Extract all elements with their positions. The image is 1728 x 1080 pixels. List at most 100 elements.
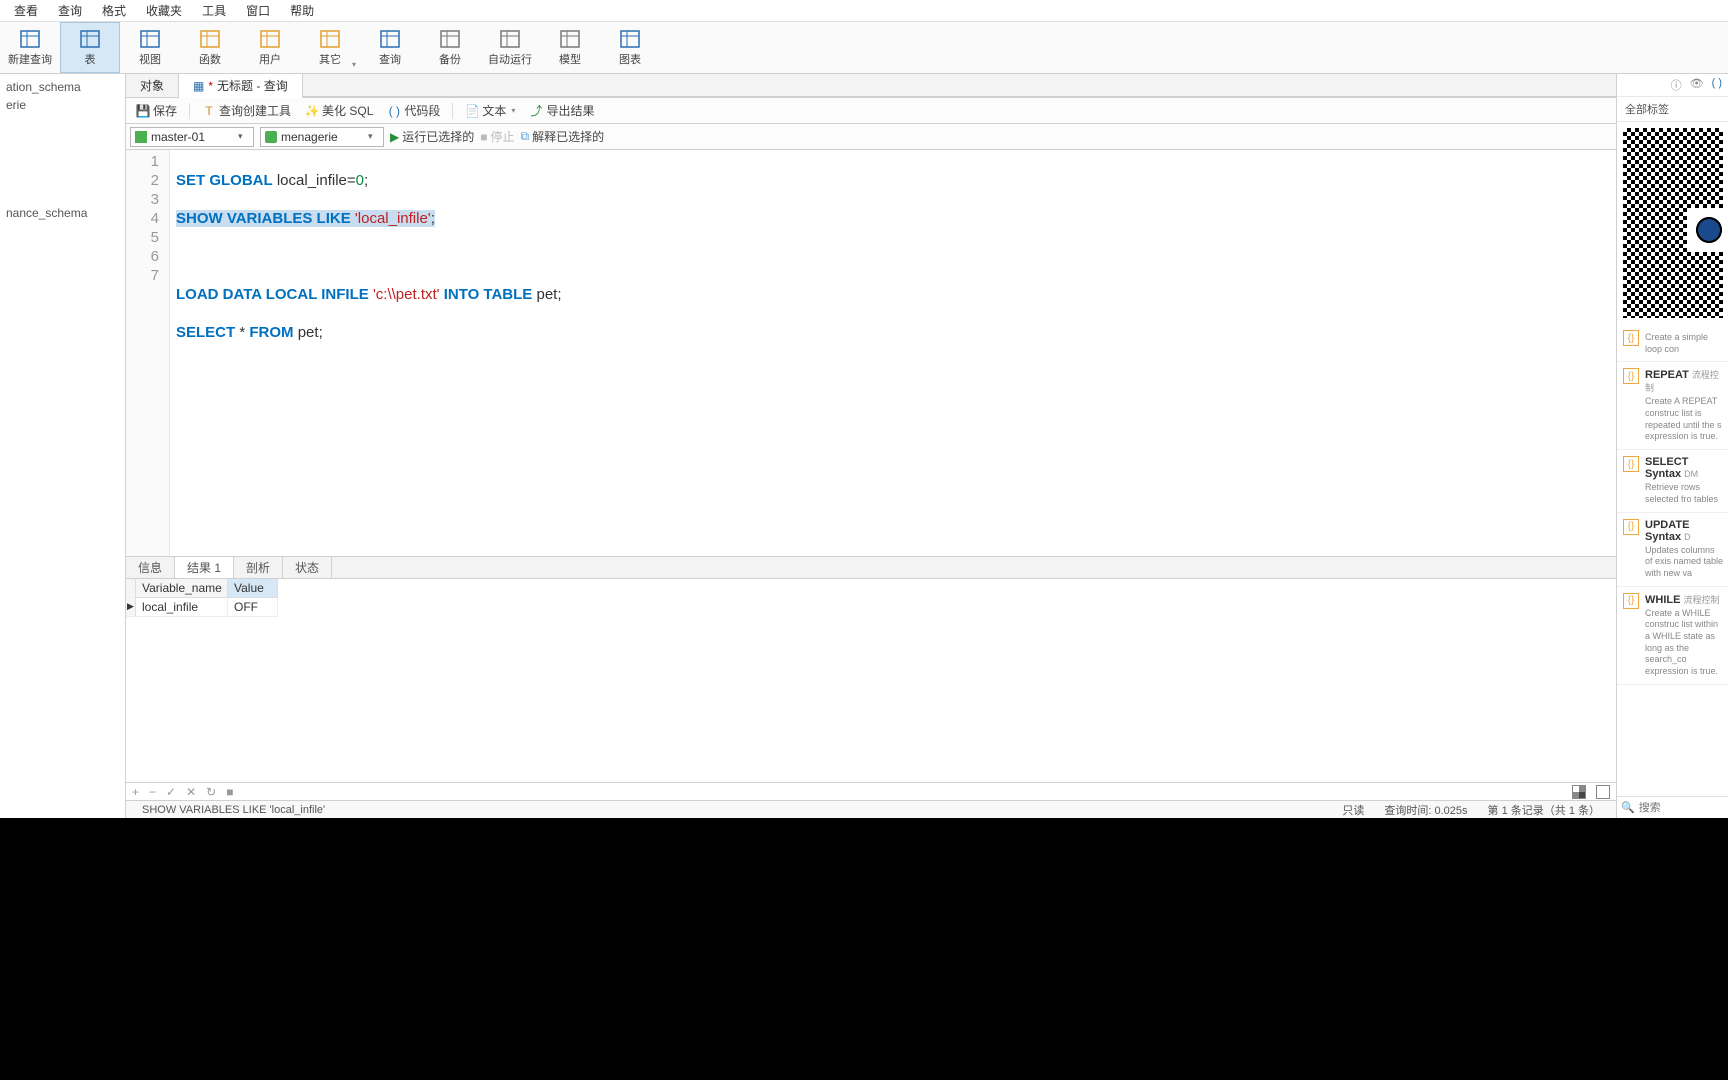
text-icon: 📄 bbox=[465, 104, 479, 118]
results-toolbar: + − ✓ ✕ ↻ ■ bbox=[126, 782, 1616, 800]
ribbon-图表[interactable]: 图表 bbox=[600, 22, 660, 73]
ribbon-toolbar: 新建查询表视图函数用户其它▾查询备份自动运行模型图表 bbox=[0, 22, 1728, 74]
explain-button[interactable]: ⧉解释已选择的 bbox=[521, 128, 605, 145]
database-icon bbox=[265, 131, 277, 143]
snippet-item[interactable]: {}REPEAT 流程控制Create A REPEAT construc li… bbox=[1617, 362, 1728, 450]
results-tab-0[interactable]: 信息 bbox=[126, 557, 175, 578]
ribbon-icon bbox=[319, 29, 341, 49]
snippet-button[interactable]: ( )代码段 bbox=[381, 102, 446, 119]
cancel-edit-button[interactable]: ✕ bbox=[186, 785, 196, 799]
snippet-search-input[interactable] bbox=[1639, 802, 1724, 814]
snippets-title: 全部标签 bbox=[1617, 97, 1728, 122]
status-records: 第 1 条记录（共 1 条） bbox=[1478, 802, 1610, 818]
snippet-item[interactable]: {}SELECT Syntax DMRetrieve rows selected… bbox=[1617, 450, 1728, 512]
export-button[interactable]: ⤴导出结果 bbox=[523, 102, 600, 119]
wand-icon: ✨ bbox=[305, 104, 319, 118]
db-tree-item[interactable] bbox=[0, 114, 125, 132]
snippet-icon: {} bbox=[1623, 519, 1639, 535]
run-selected-button[interactable]: ▶运行已选择的 bbox=[390, 128, 474, 145]
export-icon: ⤴ bbox=[529, 104, 543, 118]
snippet-item[interactable]: {}WHILE 流程控制Create a WHILE construc list… bbox=[1617, 587, 1728, 685]
ribbon-icon bbox=[559, 29, 581, 49]
tab-objects[interactable]: 对象 bbox=[126, 74, 179, 97]
snippet-icon: {} bbox=[1623, 456, 1639, 472]
ribbon-icon bbox=[619, 29, 641, 49]
grid-view-button[interactable] bbox=[1572, 785, 1586, 799]
col-value[interactable]: Value bbox=[228, 579, 278, 598]
menu-view[interactable]: 查看 bbox=[4, 2, 48, 19]
tab-query-untitled[interactable]: ▦ * 无标题 - 查询 bbox=[179, 74, 303, 98]
db-tree-item[interactable]: ation_schema bbox=[0, 78, 125, 96]
ribbon-函数[interactable]: 函数 bbox=[180, 22, 240, 73]
results-tab-1[interactable]: 结果 1 bbox=[175, 557, 234, 578]
save-icon: 💾 bbox=[136, 104, 150, 118]
search-icon: 🔍 bbox=[1621, 801, 1635, 814]
query-toolbar: 💾保存 T查询创建工具 ✨美化 SQL ( )代码段 📄文本▾ ⤴导出结果 bbox=[126, 98, 1616, 124]
stop-button[interactable]: ■停止 bbox=[480, 128, 514, 145]
beautify-button[interactable]: ✨美化 SQL bbox=[299, 102, 379, 119]
snippet-icon: {} bbox=[1623, 330, 1639, 346]
stop-load-button[interactable]: ■ bbox=[226, 785, 233, 799]
query-tab-icon: ▦ bbox=[193, 79, 204, 93]
ribbon-icon bbox=[439, 29, 461, 49]
db-tree-item[interactable] bbox=[0, 168, 125, 186]
database-tree[interactable]: ation_schemaerie nance_schema bbox=[0, 74, 126, 818]
db-tree-item[interactable] bbox=[0, 132, 125, 150]
ribbon-自动运行[interactable]: 自动运行 bbox=[480, 22, 540, 73]
menu-window[interactable]: 窗口 bbox=[236, 2, 280, 19]
results-tab-2[interactable]: 剖析 bbox=[234, 557, 283, 578]
snippets-panel: ⓘ 👁 ( ) 全部标签 {} Create a simple loop con… bbox=[1616, 74, 1728, 818]
ribbon-查询[interactable]: 查询 bbox=[360, 22, 420, 73]
connection-icon bbox=[135, 131, 147, 143]
ribbon-模型[interactable]: 模型 bbox=[540, 22, 600, 73]
menu-favorites[interactable]: 收藏夹 bbox=[136, 2, 192, 19]
results-tab-3[interactable]: 状态 bbox=[283, 557, 332, 578]
menu-format[interactable]: 格式 bbox=[92, 2, 136, 19]
ribbon-其它[interactable]: 其它▾ bbox=[300, 22, 360, 73]
ribbon-icon bbox=[199, 29, 221, 49]
results-grid[interactable]: Variable_name Value ▶ local_infile OFF bbox=[126, 579, 1616, 782]
add-row-button[interactable]: + bbox=[132, 785, 139, 799]
col-variable-name[interactable]: Variable_name bbox=[136, 579, 228, 598]
snippet-item[interactable]: {}UPDATE Syntax DUpdates columns of exis… bbox=[1617, 513, 1728, 587]
ribbon-视图[interactable]: 视图 bbox=[120, 22, 180, 73]
ribbon-icon bbox=[499, 29, 521, 49]
db-tree-item[interactable] bbox=[0, 150, 125, 168]
menu-tools[interactable]: 工具 bbox=[192, 2, 236, 19]
eye-icon[interactable]: 👁 bbox=[1690, 77, 1704, 93]
apply-button[interactable]: ✓ bbox=[166, 785, 176, 799]
sql-editor[interactable]: 1234567 SET GLOBAL local_infile=0; SHOW … bbox=[126, 150, 1616, 556]
query-builder-button[interactable]: T查询创建工具 bbox=[196, 102, 297, 119]
dirty-indicator: * bbox=[208, 79, 213, 93]
snippet-item[interactable]: {} Create a simple loop con bbox=[1617, 324, 1728, 362]
ribbon-用户[interactable]: 用户 bbox=[240, 22, 300, 73]
tab-label: 无标题 - 查询 bbox=[217, 77, 288, 94]
ribbon-icon bbox=[379, 29, 401, 49]
ribbon-新建查询[interactable]: 新建查询 bbox=[0, 22, 60, 73]
ribbon-表[interactable]: 表 bbox=[60, 22, 120, 73]
menu-bar: 查看 查询 格式 收藏夹 工具 窗口 帮助 bbox=[0, 0, 1728, 22]
menu-query[interactable]: 查询 bbox=[48, 2, 92, 19]
db-tree-item[interactable] bbox=[0, 186, 125, 204]
snippet-search[interactable]: 🔍 bbox=[1617, 796, 1728, 818]
editor-tabs: 对象 ▦ * 无标题 - 查询 bbox=[126, 74, 1616, 98]
info-icon[interactable]: ⓘ bbox=[1671, 77, 1682, 93]
explain-icon: ⧉ bbox=[521, 129, 530, 144]
brackets-toggle-icon[interactable]: ( ) bbox=[1712, 77, 1722, 93]
remove-row-button[interactable]: − bbox=[149, 785, 156, 799]
result-row[interactable]: ▶ local_infile OFF bbox=[126, 598, 1616, 617]
form-view-button[interactable] bbox=[1596, 785, 1610, 799]
menu-help[interactable]: 帮助 bbox=[280, 2, 324, 19]
db-tree-item[interactable]: erie bbox=[0, 96, 125, 114]
code-area[interactable]: SET GLOBAL local_infile=0; SHOW VARIABLE… bbox=[170, 150, 1616, 556]
status-bar: SHOW VARIABLES LIKE 'local_infile' 只读 查询… bbox=[126, 800, 1616, 818]
ribbon-备份[interactable]: 备份 bbox=[420, 22, 480, 73]
line-gutter: 1234567 bbox=[126, 150, 170, 556]
connection-select[interactable]: master-01 ▾ bbox=[130, 127, 254, 147]
db-tree-item[interactable]: nance_schema bbox=[0, 204, 125, 222]
ribbon-icon bbox=[79, 29, 101, 49]
text-button[interactable]: 📄文本▾ bbox=[459, 102, 521, 119]
refresh-button[interactable]: ↻ bbox=[206, 785, 216, 799]
save-button[interactable]: 💾保存 bbox=[130, 102, 183, 119]
database-select[interactable]: menagerie ▾ bbox=[260, 127, 384, 147]
